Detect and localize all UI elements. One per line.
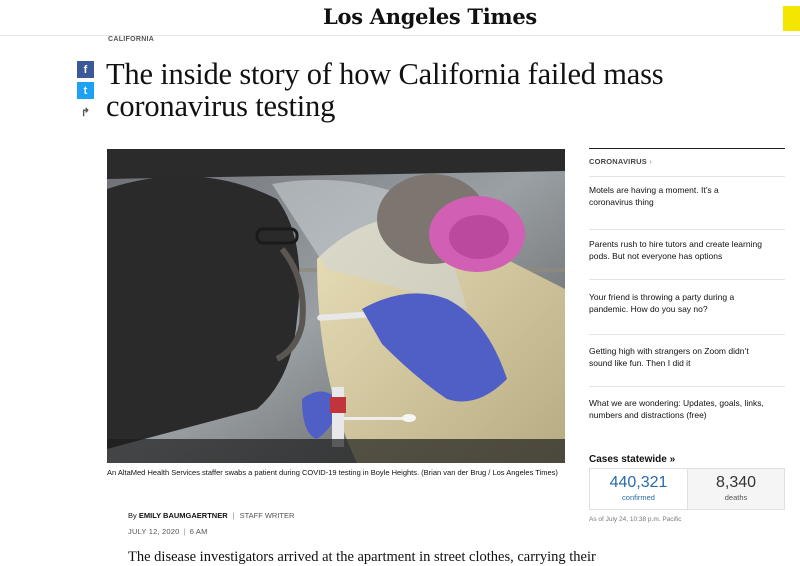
byline-prefix: By — [128, 511, 137, 520]
share-icon[interactable]: ↱ — [77, 104, 94, 121]
cases-as-of: As of July 24, 10:38 p.m. Pacific — [589, 516, 682, 523]
sidebar-section-label: CORONAVIRUS — [589, 157, 647, 166]
site-logo[interactable]: Los Angeles Times — [0, 4, 800, 29]
dateline: JULY 12, 2020 | 6 AM — [128, 527, 208, 536]
sidebar-item[interactable]: Parents rush to hire tutors and create l… — [589, 229, 785, 262]
site-header: Los Angeles Times — [0, 0, 800, 36]
publish-time: 6 AM — [189, 527, 208, 536]
cases-box[interactable]: 440,321 confirmed 8,340 deaths — [589, 468, 785, 510]
cases-deaths: 8,340 deaths — [688, 469, 784, 509]
sidebar-section-link[interactable]: CORONAVIRUS › — [589, 157, 652, 166]
article-lede: The disease investigators arrived at the… — [128, 549, 596, 565]
byline: By EMILY BAUMGAERTNER | STAFF WRITER — [128, 511, 295, 520]
subscribe-tab[interactable] — [783, 6, 800, 31]
deaths-label: deaths — [724, 493, 748, 502]
confirmed-count: 440,321 — [609, 474, 668, 491]
confirmed-label: confirmed — [622, 493, 655, 502]
cases-statewide-link[interactable]: Cases statewide » — [589, 454, 675, 465]
sidebar-item[interactable]: Your friend is throwing a party during a… — [589, 279, 785, 315]
cases-confirmed: 440,321 confirmed — [590, 469, 688, 509]
sidebar-rule — [589, 148, 785, 149]
author-name[interactable]: EMILY BAUMGAERTNER — [139, 511, 228, 520]
chevron-right-icon: › — [649, 157, 652, 166]
twitter-icon[interactable]: t — [77, 82, 94, 99]
sidebar-item-title: Getting high with strangers on Zoom didn… — [589, 346, 749, 368]
section-label[interactable]: CALIFORNIA — [108, 36, 154, 43]
sidebar-item[interactable]: What we are wondering: Updates, goals, l… — [589, 386, 785, 421]
sidebar-item-title: Parents rush to hire tutors and create l… — [589, 239, 762, 261]
article-headline: The inside story of how California faile… — [106, 57, 664, 123]
deaths-count: 8,340 — [715, 474, 757, 491]
article-photo[interactable] — [107, 149, 565, 463]
sidebar-item[interactable]: Getting high with strangers on Zoom didn… — [589, 334, 785, 369]
sidebar-item[interactable]: Motels are having a moment. It’s a coron… — [589, 176, 785, 208]
photo-caption: An AltaMed Health Services staffer swabs… — [107, 468, 558, 477]
sidebar-item-title: What we are wondering: Updates, goals, l… — [589, 398, 764, 420]
sidebar-item-title: Motels are having a moment. It’s a coron… — [589, 185, 719, 207]
author-role: STAFF WRITER — [239, 511, 295, 520]
facebook-icon[interactable]: f — [77, 61, 94, 78]
publish-date: JULY 12, 2020 — [128, 527, 180, 536]
sidebar-item-title: Your friend is throwing a party during a… — [589, 292, 735, 314]
photo-illustration — [107, 149, 565, 463]
